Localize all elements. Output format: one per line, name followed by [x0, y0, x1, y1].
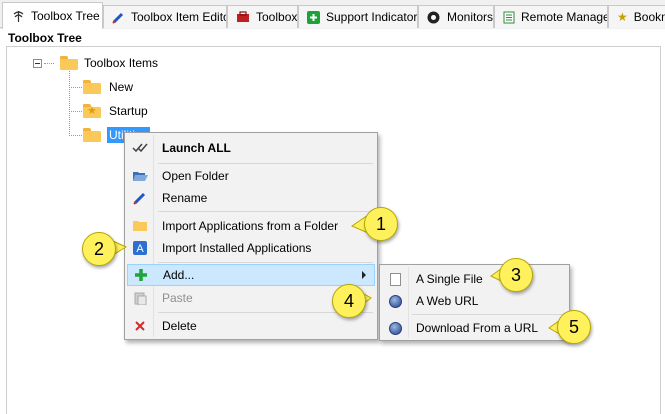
menu-item-label: Paste [162, 291, 193, 305]
tab-toolbox-tree[interactable]: Toolbox Tree [2, 2, 103, 29]
star-folder-icon: ★ [83, 104, 101, 118]
menu-item-label: Launch ALL [162, 141, 231, 155]
menu-item-delete[interactable]: Delete [127, 315, 375, 337]
menu-item-import-installed[interactable]: A Import Installed Applications [127, 237, 375, 259]
submenu-item-download-url[interactable]: Download From a URL [382, 317, 567, 339]
tab-label: Toolbox Item Editor [131, 10, 227, 24]
app-letter-icon: A [127, 237, 153, 259]
callout-1: 1 [364, 207, 398, 241]
tree-line [69, 68, 70, 136]
red-x-icon [127, 315, 153, 337]
menu-item-label: Import Applications from a Folder [162, 219, 339, 233]
tab-monitors[interactable]: Monitors [418, 5, 494, 28]
menu-separator [158, 163, 373, 164]
menu-separator [412, 314, 565, 315]
submenu-item-web-url[interactable]: A Web URL [382, 290, 567, 312]
app-window: Toolbox Tree Toolbox Item Editor Toolbox… [0, 0, 665, 414]
tree-line [69, 135, 82, 136]
tree-node-label: New [109, 80, 134, 94]
submenu-item-label: A Single File [416, 272, 483, 286]
tree-node-root[interactable]: Toolbox Items [33, 53, 158, 73]
tab-label: Toolbox Tree [31, 9, 100, 23]
submenu-item-label: Download From a URL [416, 321, 539, 335]
menu-item-label: Open Folder [162, 169, 229, 183]
menu-item-rename[interactable]: Rename [127, 187, 375, 209]
menu-item-open-folder[interactable]: Open Folder [127, 165, 375, 187]
tab-label: Monitors [446, 10, 493, 24]
callout-3: 3 [499, 258, 533, 292]
double-check-icon [127, 137, 153, 159]
paste-icon [127, 287, 153, 309]
menu-item-label: Rename [162, 191, 208, 205]
menu-separator [158, 262, 373, 263]
tree-node-label: Startup [109, 104, 148, 118]
tree-node-label: Toolbox Items [84, 56, 159, 70]
collapse-icon[interactable] [33, 58, 42, 68]
menu-item-label: Delete [162, 319, 197, 333]
callout-2: 2 [82, 232, 116, 266]
pencil-icon [127, 187, 153, 209]
tab-label: Toolbox [256, 10, 298, 24]
folder-icon [83, 128, 101, 142]
menu-separator [158, 211, 373, 212]
tab-label: Bookm [633, 10, 665, 24]
tab-label: Remote Manager [521, 10, 608, 24]
plus-icon [307, 10, 320, 24]
tree-line [69, 111, 82, 112]
svg-text:A: A [136, 243, 144, 255]
tree-icon [11, 9, 25, 23]
submenu-item-label: A Web URL [416, 294, 479, 308]
document-icon [503, 10, 515, 24]
monitor-icon [427, 10, 441, 24]
pencil-icon [112, 10, 125, 24]
toolbox-icon [236, 10, 250, 24]
callout-5: 5 [557, 310, 591, 344]
menu-item-label: Import Installed Applications [162, 241, 312, 255]
menu-item-add[interactable]: Add... [127, 264, 375, 286]
folder-icon [60, 56, 78, 70]
tree-node-new[interactable]: New [83, 77, 133, 97]
globe-icon [382, 317, 408, 339]
panel-title: Toolbox Tree [8, 31, 82, 45]
open-folder-icon [127, 165, 153, 187]
menu-item-launch-all[interactable]: Launch ALL [127, 137, 375, 159]
folder-icon [127, 215, 153, 237]
folder-icon [83, 80, 101, 94]
menu-item-label: Add... [163, 268, 195, 282]
tree-node-startup[interactable]: ★ Startup [83, 101, 148, 121]
file-icon [382, 268, 408, 290]
callout-4: 4 [332, 284, 366, 318]
tree-line [69, 87, 82, 88]
star-icon: ★ [617, 10, 628, 24]
tab-strip: Toolbox Tree Toolbox Item Editor Toolbox… [0, 0, 665, 29]
submenu-item-single-file[interactable]: A Single File [382, 268, 567, 290]
tab-support-indicators[interactable]: Support Indicators [298, 5, 418, 28]
tab-toolbox[interactable]: Toolbox [227, 5, 298, 28]
tab-toolbox-item-editor[interactable]: Toolbox Item Editor [103, 5, 227, 28]
globe-icon [382, 290, 408, 312]
add-submenu: A Single File A Web URL Download From a … [379, 264, 570, 341]
tab-label: Support Indicators [326, 10, 418, 24]
tab-remote-manager[interactable]: Remote Manager [494, 5, 608, 28]
menu-item-import-from-folder[interactable]: Import Applications from a Folder [127, 215, 375, 237]
green-plus-icon [128, 264, 154, 286]
submenu-arrow-icon [362, 271, 366, 279]
tab-bookmarks[interactable]: ★ Bookm [608, 5, 665, 28]
